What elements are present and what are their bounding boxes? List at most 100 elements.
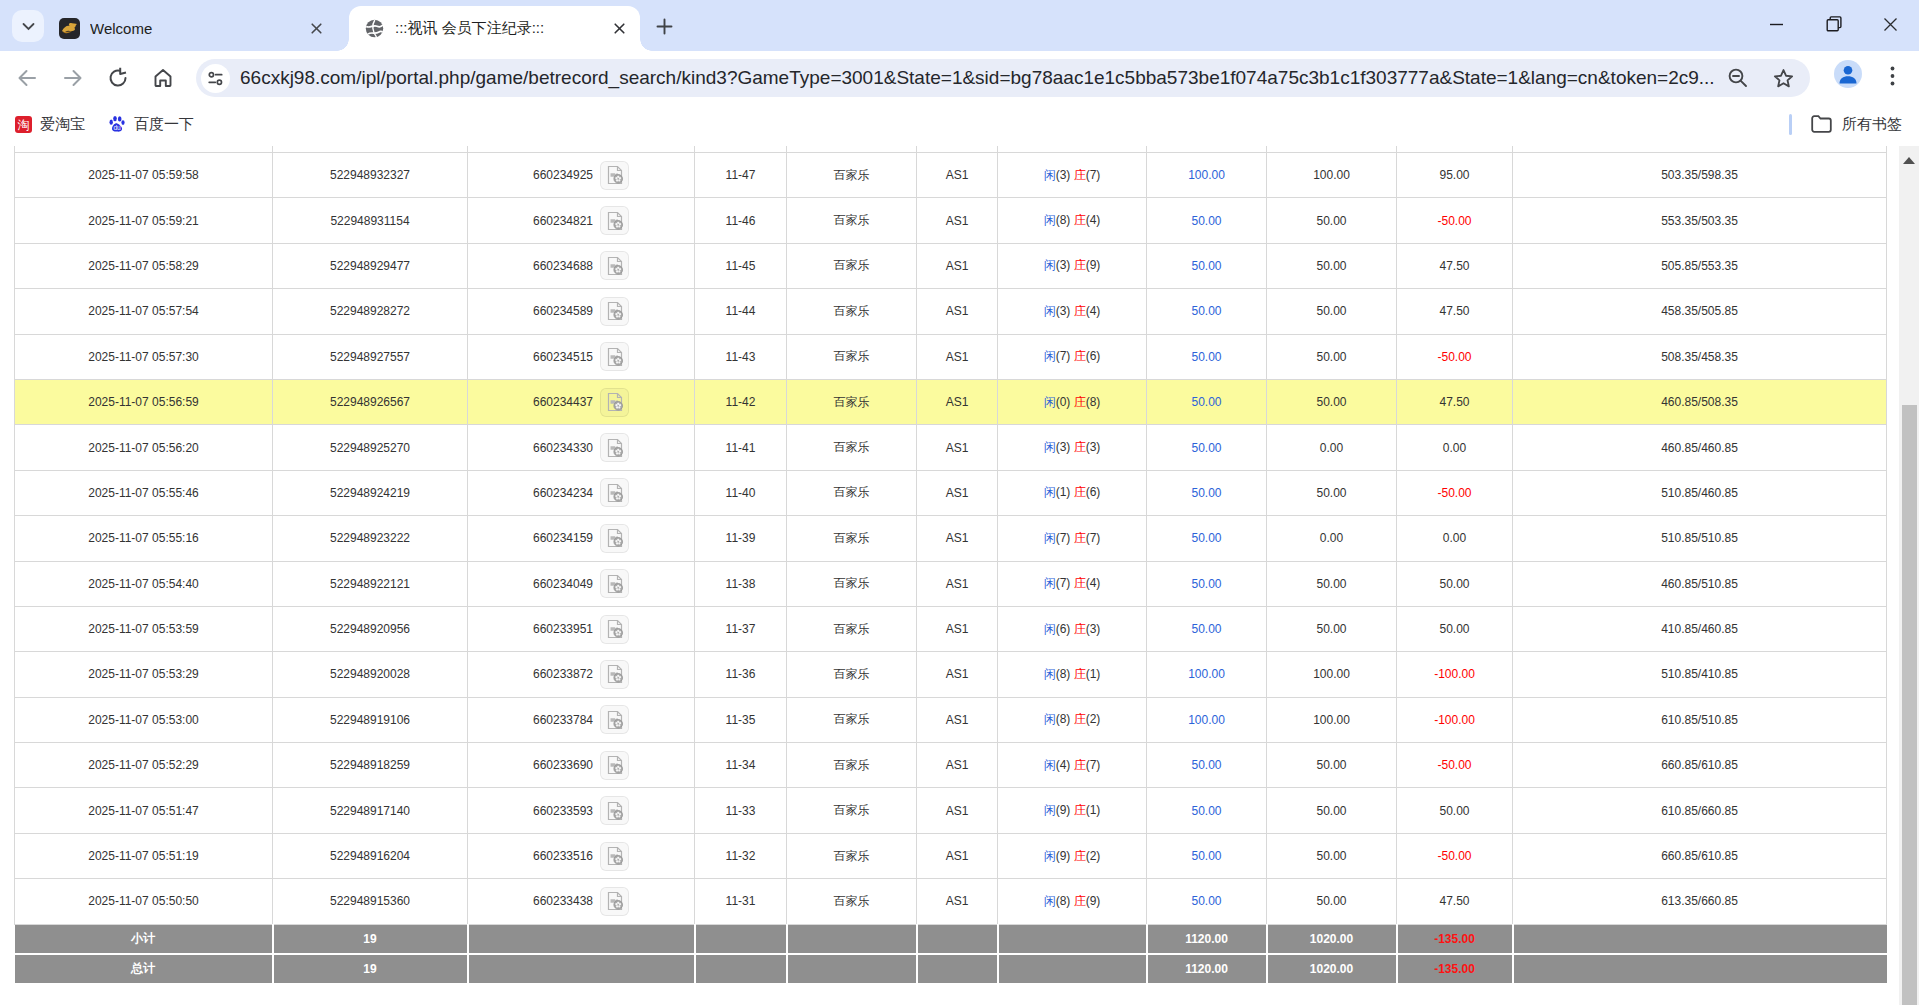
tab-title: Welcome bbox=[90, 20, 308, 37]
minimize-icon bbox=[1769, 17, 1784, 32]
video-replay-button[interactable] bbox=[600, 524, 629, 553]
close-window-button[interactable] bbox=[1862, 0, 1919, 48]
video-replay-button[interactable] bbox=[600, 660, 629, 689]
table-row[interactable]: 2025-11-07 05:59:58 522948932327 6602349… bbox=[15, 153, 1887, 198]
player-score: (7) bbox=[1056, 349, 1071, 363]
banker-score: (3) bbox=[1086, 440, 1101, 454]
video-file-icon bbox=[605, 801, 625, 821]
cell-round: 11-36 bbox=[695, 652, 787, 697]
table-row[interactable]: 2025-11-07 05:57:30 522948927557 6602345… bbox=[15, 334, 1887, 379]
cell-result: 闲(9) 庄(2) bbox=[998, 833, 1147, 878]
cell-time: 2025-11-07 05:54:40 bbox=[15, 561, 273, 606]
video-replay-button[interactable] bbox=[600, 297, 629, 326]
cell-valid-amount: 50.00 bbox=[1267, 334, 1397, 379]
player-label: 闲 bbox=[1044, 531, 1056, 545]
cell-win-loss: -100.00 bbox=[1397, 652, 1513, 697]
table-row[interactable]: 2025-11-07 05:53:00 522948919106 6602337… bbox=[15, 697, 1887, 742]
bet-record-table: 2025-11-07 05:59:58 522948932327 6602349… bbox=[14, 146, 1887, 983]
cell-table-name: AS1 bbox=[917, 243, 998, 288]
scrollbar-thumb[interactable] bbox=[1902, 405, 1917, 1005]
player-label: 闲 bbox=[1044, 803, 1056, 817]
tab-close-icon[interactable] bbox=[611, 20, 628, 37]
omnibox[interactable]: 66cxkj98.com/ipl/portal.php/game/betreco… bbox=[196, 59, 1810, 97]
cell-valid-amount: 0.00 bbox=[1267, 425, 1397, 470]
game-id-text: 660234234 bbox=[533, 486, 593, 500]
cell-round: 11-40 bbox=[695, 470, 787, 515]
cell-game-type: 百家乐 bbox=[787, 425, 917, 470]
video-file-icon bbox=[605, 846, 625, 866]
video-replay-button[interactable] bbox=[600, 796, 629, 825]
url-text[interactable]: 66cxkj98.com/ipl/portal.php/game/betreco… bbox=[240, 67, 1714, 89]
video-replay-button[interactable] bbox=[600, 705, 629, 734]
table-row[interactable]: 2025-11-07 05:51:47 522948917140 6602335… bbox=[15, 788, 1887, 833]
table-row[interactable]: 2025-11-07 05:55:16 522948923222 6602341… bbox=[15, 516, 1887, 561]
page-content: 2025-11-07 05:59:58 522948932327 6602349… bbox=[0, 146, 1919, 1005]
bookmark-star-icon[interactable] bbox=[1772, 67, 1795, 90]
restore-button[interactable] bbox=[1805, 0, 1862, 48]
table-row[interactable]: 2025-11-07 05:52:29 522948918259 6602336… bbox=[15, 743, 1887, 788]
bookmark-aitaobao[interactable]: 淘 爱淘宝 bbox=[15, 102, 85, 146]
video-replay-button[interactable] bbox=[600, 251, 629, 280]
reload-button[interactable] bbox=[103, 63, 133, 93]
video-replay-button[interactable] bbox=[600, 161, 629, 190]
total-cell-1: 19 bbox=[273, 954, 468, 984]
new-tab-button[interactable] bbox=[652, 14, 676, 38]
cell-result: 闲(8) 庄(1) bbox=[998, 652, 1147, 697]
table-row[interactable]: 2025-11-07 05:58:29 522948929477 6602346… bbox=[15, 243, 1887, 288]
game-id-text: 660234437 bbox=[533, 395, 593, 409]
table-row[interactable]: 2025-11-07 05:56:59 522948926567 6602344… bbox=[15, 379, 1887, 424]
restore-icon bbox=[1826, 16, 1842, 32]
table-row[interactable]: 2025-11-07 05:54:40 522948922121 6602340… bbox=[15, 561, 1887, 606]
cell-game-type: 百家乐 bbox=[787, 561, 917, 606]
cell-time: 2025-11-07 05:55:46 bbox=[15, 470, 273, 515]
game-id-text: 660234821 bbox=[533, 214, 593, 228]
table-row[interactable]: 2025-11-07 05:59:21 522948931154 6602348… bbox=[15, 198, 1887, 243]
tab-welcome[interactable]: Welcome bbox=[44, 6, 337, 51]
player-label: 闲 bbox=[1044, 213, 1056, 227]
forward-button[interactable] bbox=[58, 63, 88, 93]
video-replay-button[interactable] bbox=[600, 887, 629, 916]
table-row[interactable]: 2025-11-07 05:55:46 522948924219 6602342… bbox=[15, 470, 1887, 515]
cell-balance: 510.85/510.85 bbox=[1513, 516, 1887, 561]
bookmarks-bar: 淘 爱淘宝 du 百度一下 所有书签 bbox=[0, 102, 1919, 146]
video-replay-button[interactable] bbox=[600, 842, 629, 871]
tab-close-icon[interactable] bbox=[308, 20, 325, 37]
video-replay-button[interactable] bbox=[600, 615, 629, 644]
home-button[interactable] bbox=[148, 63, 178, 93]
table-row[interactable]: 2025-11-07 05:51:19 522948916204 6602335… bbox=[15, 833, 1887, 878]
bookmark-baidu[interactable]: du 百度一下 bbox=[108, 102, 194, 146]
tab-search-button[interactable] bbox=[12, 10, 44, 42]
video-replay-button[interactable] bbox=[600, 342, 629, 371]
scrollbar-up-arrow-icon[interactable] bbox=[1899, 151, 1919, 169]
video-replay-button[interactable] bbox=[600, 388, 629, 417]
video-replay-button[interactable] bbox=[600, 478, 629, 507]
browser-menu-button[interactable] bbox=[1883, 62, 1901, 90]
video-replay-button[interactable] bbox=[600, 569, 629, 598]
cell-win-loss: 0.00 bbox=[1397, 516, 1513, 561]
table-row[interactable]: 2025-11-07 05:50:50 522948915360 6602334… bbox=[15, 879, 1887, 924]
profile-avatar[interactable] bbox=[1834, 60, 1862, 88]
minimize-button[interactable] bbox=[1748, 0, 1805, 48]
tab-betrecord[interactable]: :::视讯 会员下注纪录::: bbox=[349, 6, 640, 51]
video-replay-button[interactable] bbox=[600, 433, 629, 462]
back-button[interactable] bbox=[12, 63, 42, 93]
table-row[interactable]: 2025-11-07 05:53:29 522948920028 6602338… bbox=[15, 652, 1887, 697]
table-row[interactable]: 2025-11-07 05:56:20 522948925270 6602343… bbox=[15, 425, 1887, 470]
table-row[interactable]: 2025-11-07 05:53:59 522948920956 6602339… bbox=[15, 606, 1887, 651]
cell-balance: 410.85/460.85 bbox=[1513, 606, 1887, 651]
cell-round: 11-33 bbox=[695, 788, 787, 833]
player-score: (8) bbox=[1056, 712, 1071, 726]
cell-balance: 460.85/510.85 bbox=[1513, 561, 1887, 606]
cell-game-id: 660233872 bbox=[468, 652, 695, 697]
cell-win-loss: 0.00 bbox=[1397, 425, 1513, 470]
cell-win-loss: 50.00 bbox=[1397, 788, 1513, 833]
vertical-scrollbar[interactable] bbox=[1899, 146, 1919, 1005]
video-replay-button[interactable] bbox=[600, 751, 629, 780]
reload-icon bbox=[107, 67, 129, 89]
site-settings-button[interactable] bbox=[201, 64, 230, 93]
zoom-out-icon[interactable] bbox=[1726, 66, 1750, 90]
table-row[interactable]: 2025-11-07 05:57:54 522948928272 6602345… bbox=[15, 289, 1887, 334]
all-bookmarks-button[interactable]: 所有书签 bbox=[1811, 102, 1902, 146]
video-file-icon bbox=[605, 438, 625, 458]
video-replay-button[interactable] bbox=[600, 206, 629, 235]
